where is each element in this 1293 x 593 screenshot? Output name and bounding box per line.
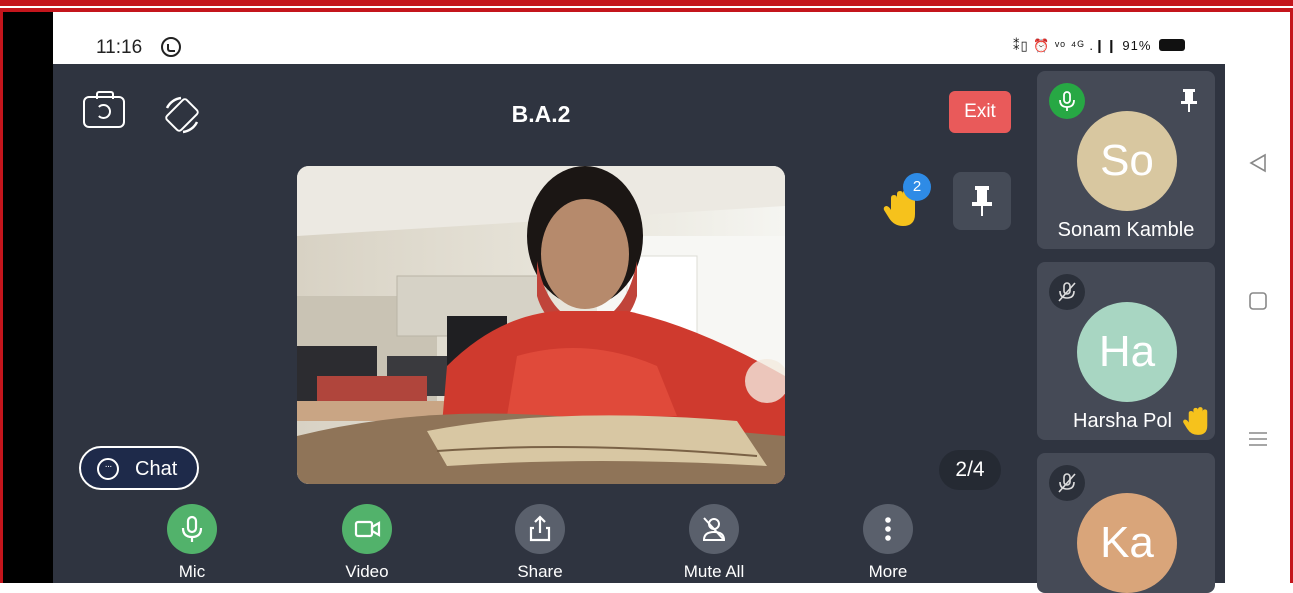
more-vertical-icon[interactable]	[863, 504, 913, 554]
pin-icon	[972, 186, 992, 216]
mic-off-icon	[1049, 465, 1085, 501]
meeting-stage: B.A.2 Exit 2 ··· Chat 2/4 Mic Video Shar…	[53, 64, 1225, 593]
mic-label: Mic	[178, 562, 206, 581]
mic-on-icon	[1049, 83, 1085, 119]
raised-hand-icon	[1181, 404, 1215, 438]
chat-icon: ···	[97, 458, 119, 480]
exit-button[interactable]: Exit	[949, 91, 1011, 133]
video-control[interactable]: Video	[312, 504, 422, 582]
mute-all-icon[interactable]	[689, 504, 739, 554]
share-label: Share	[517, 562, 563, 581]
pin-button[interactable]	[953, 172, 1011, 230]
chat-button[interactable]: ··· Chat	[79, 446, 199, 490]
pin-icon[interactable]	[1179, 87, 1199, 113]
participant-tile[interactable]: Ha Harsha Pol	[1037, 262, 1215, 440]
whatsapp-icon	[161, 37, 181, 57]
participant-name: Harsha Pol	[1073, 410, 1172, 432]
more-label: More	[868, 562, 908, 581]
participant-name: Sonam Kamble	[1057, 219, 1195, 241]
status-icons-text: ⁑▯ ⏰ ᵛᵒ ⁴ᴳ .❙❙ 91%	[1012, 38, 1152, 53]
share-icon[interactable]	[515, 504, 565, 554]
mic-icon[interactable]	[167, 504, 217, 554]
avatar: So	[1077, 111, 1177, 211]
avatar: Ka	[1077, 493, 1177, 593]
mic-off-icon	[1049, 274, 1085, 310]
main-video-feed[interactable]	[297, 166, 785, 484]
recents-menu-icon[interactable]	[1247, 428, 1269, 455]
android-nav-bar	[1225, 64, 1290, 583]
status-icons: ⁑▯ ⏰ ᵛᵒ ⁴ᴳ .❙❙ 91%	[1013, 38, 1185, 54]
battery-icon	[1159, 39, 1185, 51]
raised-hands-count-badge: 2	[903, 173, 931, 201]
more-control[interactable]: More	[833, 504, 943, 582]
share-control[interactable]: Share	[485, 504, 595, 582]
participant-tile[interactable]: Ka	[1037, 453, 1215, 593]
chat-label: Chat	[135, 458, 178, 480]
mute-all-label: Mute All	[683, 562, 745, 581]
mute-all-control[interactable]: Mute All	[659, 504, 769, 582]
frame-top-band	[0, 0, 1293, 12]
mic-control[interactable]: Mic	[137, 504, 247, 582]
avatar: Ha	[1077, 302, 1177, 402]
video-icon[interactable]	[342, 504, 392, 554]
status-time: 11:16	[96, 37, 143, 58]
status-bar: 11:16 ⁑▯ ⏰ ᵛᵒ ⁴ᴳ .❙❙ 91%	[53, 12, 1225, 64]
video-label: Video	[345, 562, 389, 581]
home-icon[interactable]	[1247, 290, 1269, 317]
participant-tile[interactable]: So Sonam Kamble	[1037, 71, 1215, 249]
left-black-bar	[3, 12, 53, 583]
page-indicator[interactable]: 2/4	[939, 450, 1001, 490]
back-icon[interactable]	[1247, 152, 1269, 179]
meeting-title: B.A.2	[511, 101, 571, 127]
